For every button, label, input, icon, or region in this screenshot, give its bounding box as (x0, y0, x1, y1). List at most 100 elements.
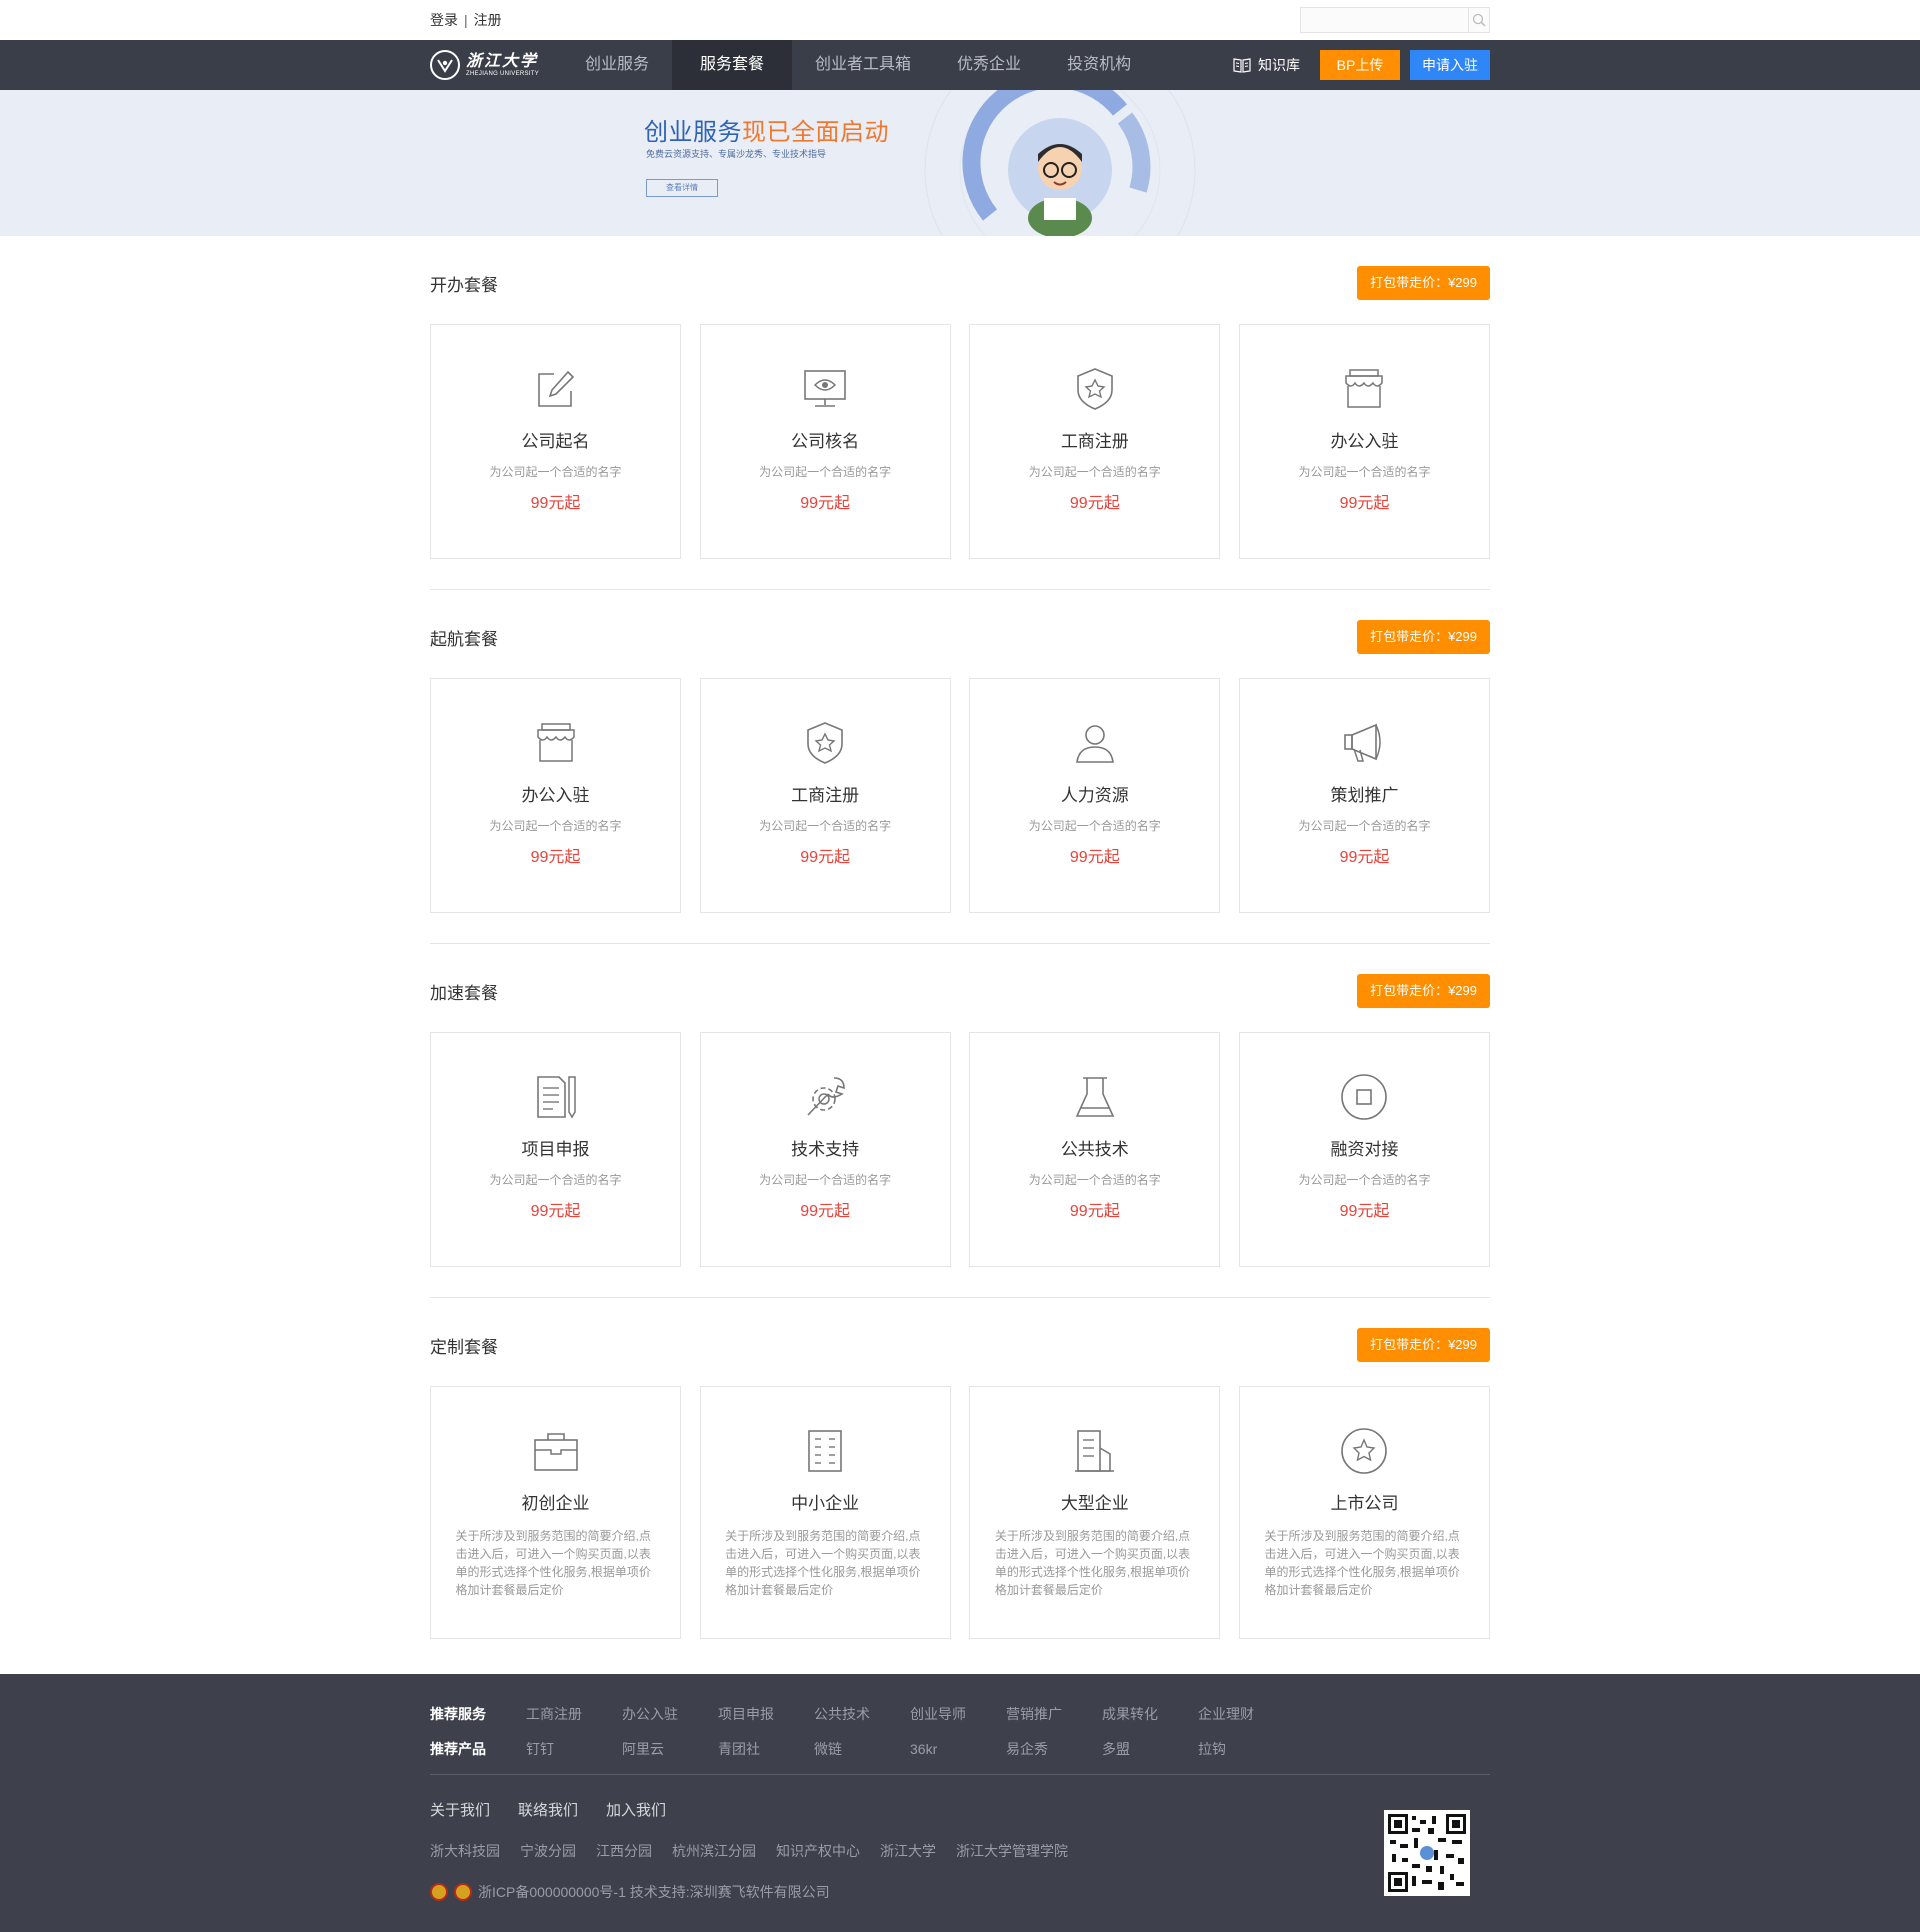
package-section: 加速套餐 打包带走价：¥299 项目申报 为公司起一个合适的名字 99元起 技术… (430, 944, 1490, 1298)
footer-about-links: 关于我们 联络我们 加入我们 (430, 1799, 1490, 1820)
flask-icon (1071, 1073, 1119, 1121)
join-us-link[interactable]: 加入我们 (606, 1799, 666, 1820)
park-link[interactable]: 知识产权中心 (776, 1841, 860, 1861)
footer-product-link[interactable]: 易企秀 (1006, 1739, 1102, 1759)
card-desc: 为公司起一个合适的名字 (489, 1173, 622, 1187)
wrench-gear-icon (801, 1073, 849, 1121)
apply-button[interactable]: 申请入驻 (1410, 50, 1490, 80)
search-input[interactable] (1301, 8, 1468, 32)
card-title: 工商注册 (1060, 432, 1129, 451)
service-card[interactable]: 技术支持 为公司起一个合适的名字 99元起 (699, 1032, 951, 1267)
park-link[interactable]: 江西分园 (596, 1841, 652, 1861)
footer-product-link[interactable]: 微链 (814, 1739, 910, 1759)
knowledge-base-label: 知识库 (1258, 57, 1300, 73)
nav-item-investors[interactable]: 投资机构 (1044, 40, 1154, 90)
police-badge-icon (430, 1883, 448, 1901)
search-button[interactable] (1468, 8, 1489, 32)
qr-code-icon (1388, 1814, 1466, 1892)
store-icon (532, 719, 580, 767)
card-price: 99元起 (1339, 849, 1390, 866)
service-card[interactable]: 工商注册 为公司起一个合适的名字 99元起 (699, 678, 951, 913)
footer-service-link[interactable]: 成果转化 (1102, 1704, 1198, 1724)
service-card[interactable]: 办公入驻 为公司起一个合适的名字 99元起 (1238, 324, 1490, 559)
banner-detail-button[interactable]: 查看详情 (646, 179, 718, 197)
card-price: 99元起 (1069, 1203, 1120, 1220)
footer-service-link[interactable]: 营销推广 (1006, 1704, 1102, 1724)
service-card[interactable]: 项目申报 为公司起一个合适的名字 99元起 (430, 1032, 681, 1267)
nav-item-startup-service[interactable]: 创业服务 (562, 40, 672, 90)
footer-product-link[interactable]: 多盟 (1102, 1739, 1198, 1759)
card-price: 99元起 (1339, 1203, 1390, 1220)
service-card[interactable]: 融资对接 为公司起一个合适的名字 99元起 (1238, 1032, 1490, 1267)
hero-banner: 创业服务现已全面启动 免费云资源支持、专属沙龙秀、专业技术指导 查看详情 (0, 90, 1920, 236)
footer-service-link[interactable]: 项目申报 (718, 1704, 814, 1724)
footer-service-link[interactable]: 公共技术 (814, 1704, 910, 1724)
card-desc: 关于所涉及到服务范围的简要介绍,点击进入后，可进入一个购买页面,以表单的形式选择… (994, 1529, 1191, 1597)
banner-illustration (924, 90, 1196, 236)
park-link[interactable]: 浙江大学 (880, 1841, 936, 1861)
card-desc: 为公司起一个合适的名字 (1028, 465, 1161, 479)
bp-upload-button[interactable]: BP上传 (1320, 50, 1400, 80)
service-card[interactable]: 办公入驻 为公司起一个合适的名字 99元起 (430, 678, 681, 913)
card-price: 99元起 (1069, 849, 1120, 866)
card-desc: 关于所涉及到服务范围的简要介绍,点击进入后，可进入一个购买页面,以表单的形式选择… (725, 1529, 921, 1597)
custom-card[interactable]: 大型企业 关于所涉及到服务范围的简要介绍,点击进入后，可进入一个购买页面,以表单… (969, 1386, 1221, 1639)
park-link[interactable]: 杭州滨江分园 (672, 1841, 756, 1861)
pack-price-button[interactable]: 打包带走价：¥299 (1357, 620, 1490, 654)
pack-price-button[interactable]: 打包带走价：¥299 (1357, 266, 1490, 300)
university-logo[interactable]: 浙江大学 ZHEJIANG UNIVERSITY (430, 50, 562, 80)
shield-star-icon (801, 719, 849, 767)
auth-separator: | (464, 12, 468, 28)
card-desc: 关于所涉及到服务范围的简要介绍,点击进入后，可进入一个购买页面,以表单的形式选择… (455, 1529, 651, 1597)
custom-card[interactable]: 上市公司 关于所涉及到服务范围的简要介绍,点击进入后，可进入一个购买页面,以表单… (1238, 1386, 1490, 1639)
service-card[interactable]: 工商注册 为公司起一个合适的名字 99元起 (969, 324, 1221, 559)
store-icon (1340, 365, 1388, 413)
university-seal-icon (430, 50, 460, 80)
section-title: 起航套餐 (430, 629, 498, 649)
service-card[interactable]: 公司起名 为公司起一个合适的名字 99元起 (430, 324, 681, 559)
card-title: 人力资源 (1060, 786, 1129, 805)
park-link[interactable]: 浙江大学管理学院 (956, 1841, 1068, 1861)
park-link[interactable]: 浙大科技园 (430, 1841, 500, 1861)
footer-product-link[interactable]: 阿里云 (622, 1739, 718, 1759)
card-desc: 为公司起一个合适的名字 (1028, 1173, 1161, 1187)
nav-item-service-package[interactable]: 服务套餐 (672, 40, 793, 90)
footer-service-link[interactable]: 办公入驻 (622, 1704, 718, 1724)
card-title: 策划推广 (1330, 786, 1399, 805)
nav-item-companies[interactable]: 优秀企业 (934, 40, 1044, 90)
custom-card[interactable]: 中小企业 关于所涉及到服务范围的简要介绍,点击进入后，可进入一个购买页面,以表单… (699, 1386, 951, 1639)
footer-product-link[interactable]: 钉钉 (526, 1739, 622, 1759)
service-card[interactable]: 公司核名 为公司起一个合适的名字 99元起 (699, 324, 951, 559)
service-card[interactable]: 人力资源 为公司起一个合适的名字 99元起 (969, 678, 1221, 913)
card-price: 99元起 (530, 849, 581, 866)
search-icon (1472, 13, 1486, 27)
login-link[interactable]: 登录 (430, 10, 458, 30)
knowledge-base-link[interactable]: 知识库 (1233, 55, 1300, 75)
contact-us-link[interactable]: 联络我们 (518, 1799, 578, 1820)
pack-price-button[interactable]: 打包带走价：¥299 (1357, 974, 1490, 1008)
footer-product-link[interactable]: 拉钩 (1198, 1739, 1294, 1759)
card-title: 项目申报 (521, 1140, 590, 1159)
pack-price-button[interactable]: 打包带走价：¥299 (1357, 1328, 1490, 1362)
footer-product-link[interactable]: 青团社 (718, 1739, 814, 1759)
footer-service-link[interactable]: 创业导师 (910, 1704, 1006, 1724)
package-section: 开办套餐 打包带走价：¥299 公司起名 为公司起一个合适的名字 99元起 公司… (430, 236, 1490, 590)
register-link[interactable]: 注册 (474, 10, 502, 30)
banner-subtitle: 免费云资源支持、专属沙龙秀、专业技术指导 (646, 149, 827, 159)
briefcase-icon (532, 1427, 580, 1475)
about-us-link[interactable]: 关于我们 (430, 1799, 490, 1820)
park-link[interactable]: 宁波分园 (520, 1841, 576, 1861)
service-card[interactable]: 公共技术 为公司起一个合适的名字 99元起 (969, 1032, 1221, 1267)
section-title: 定制套餐 (430, 1337, 498, 1357)
footer-service-link[interactable]: 企业理财 (1198, 1704, 1294, 1724)
footer-product-link[interactable]: 36kr (910, 1741, 1006, 1757)
card-desc: 为公司起一个合适的名字 (759, 819, 892, 833)
nav-actions: 知识库 BP上传 申请入驻 (1233, 50, 1490, 80)
person-icon (1071, 719, 1119, 767)
footer-service-link[interactable]: 工商注册 (526, 1704, 622, 1724)
service-card[interactable]: 策划推广 为公司起一个合适的名字 99元起 (1238, 678, 1490, 913)
footer-park-links: 浙大科技园 宁波分园 江西分园 杭州滨江分园 知识产权中心 浙江大学 浙江大学管… (430, 1841, 1490, 1861)
nav-menu: 创业服务 服务套餐 创业者工具箱 优秀企业 投资机构 (562, 40, 1154, 90)
custom-card[interactable]: 初创企业 关于所涉及到服务范围的简要介绍,点击进入后，可进入一个购买页面,以表单… (430, 1386, 681, 1639)
nav-item-toolbox[interactable]: 创业者工具箱 (792, 40, 934, 90)
